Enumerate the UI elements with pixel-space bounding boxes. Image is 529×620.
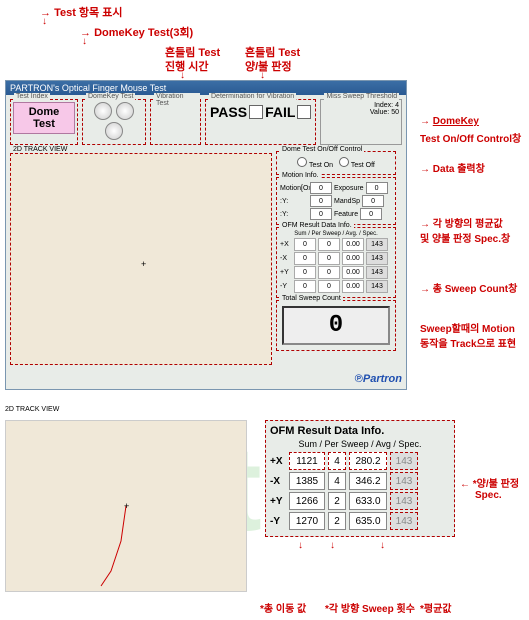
domekey-btn-2[interactable] xyxy=(116,102,134,120)
ofm-row-mx: -X 0 0 0.00 143 xyxy=(280,252,392,265)
motion-feature[interactable]: 0 xyxy=(360,208,382,220)
ofm-result-2: OFM Result Data Info. Sum / Per Sweep / … xyxy=(265,420,455,537)
ofm2-row-py: +Y 1266 2 633.0 143 xyxy=(270,492,450,510)
callout2-per: *각 방향 Sweep 횟수 xyxy=(325,600,415,615)
callout2-sum: *총 이동 값 xyxy=(260,600,320,615)
pass-label: PASS xyxy=(210,104,247,120)
group-domekey-test: DomeKey Test xyxy=(82,99,146,145)
ofm-row-my: -Y 0 0 0.00 143 xyxy=(280,280,392,293)
group-vibration-test: Vibration Test xyxy=(150,99,201,145)
dome-test-button[interactable]: Dome Test xyxy=(13,102,75,134)
pass-checkbox[interactable] xyxy=(249,105,263,119)
callout2-spec2: Spec. xyxy=(475,490,502,501)
test-on-radio[interactable] xyxy=(297,157,307,167)
group-miss-sweep: Miss Sweep Threshold Index: 4 Value: 50 xyxy=(320,99,402,145)
callout-spec: 및 양불 판정 Spec.창 xyxy=(420,230,510,245)
label-vib-time: 진행 시간 xyxy=(165,58,209,74)
track2-label: 2D TRACK VIEW xyxy=(5,406,59,413)
ofm-row-px: +X 0 0 0.00 143 xyxy=(280,238,392,251)
track-view: 2D TRACK VIEW + xyxy=(10,153,272,365)
ofm-header: Sum / Per Sweep / Avg. / Spec. xyxy=(280,231,392,237)
partron-logo: ℗Partron xyxy=(6,369,406,389)
motion-y[interactable]: 0 xyxy=(310,195,332,207)
callout-domekey: → DomeKey xyxy=(420,116,479,127)
callout2-spec: ← *양/불 판정 xyxy=(460,475,519,490)
ofm2-title: OFM Result Data Info. xyxy=(270,425,450,437)
motion-info-group: Motion Info. Motion[Ox 0 Exposure 0 :Y: … xyxy=(276,177,396,225)
ofm2-row-my: -Y 1270 2 635.0 143 xyxy=(270,512,450,530)
callout-avg: → 각 방향의 평균값 xyxy=(420,215,503,230)
motion-exposure[interactable]: 0 xyxy=(366,182,388,194)
app-window: PARTRON's Optical Finger Mouse Test Test… xyxy=(5,80,407,390)
track-view-2: + xyxy=(5,420,247,592)
total-sweep-group: Total Sweep Count 0 xyxy=(276,300,396,351)
callout2-avg: *평균값 xyxy=(420,600,470,615)
ofm-row-py: +Y 0 0 0.00 143 xyxy=(280,266,392,279)
domekey-btn-1[interactable] xyxy=(94,102,112,120)
ofm2-row-px: +X 1121 4 280.2 143 xyxy=(270,452,450,470)
ofm2-row-mx: -X 1385 4 346.2 143 xyxy=(270,472,450,490)
top-panel: Test Index Dome Test DomeKey Test Vibrat… xyxy=(6,95,406,149)
domekey-btn-3[interactable] xyxy=(105,122,123,140)
fail-checkbox[interactable] xyxy=(297,105,311,119)
group-determination: Determination for Vibration PASS FAIL xyxy=(205,99,316,145)
ofm2-header: Sum / Per Sweep / Avg / Spec. xyxy=(270,439,450,449)
callout-onoff: Test On/Off Control창 xyxy=(420,130,521,145)
sweep-count-display: 0 xyxy=(282,306,390,345)
label-test-index: → Test 항목 표시 xyxy=(40,4,122,20)
label-pass-fail: 양/불 판정 xyxy=(245,58,292,74)
label-domekey: → DomeKey Test(3회) xyxy=(80,24,193,40)
ofm-result-group: OFM Result Data Info. Sum / Per Sweep / … xyxy=(276,227,396,298)
motion-mandsp[interactable]: 0 xyxy=(362,195,384,207)
callout-motion: Sweep할때의 Motion xyxy=(420,320,515,335)
motion-mx[interactable]: 0 xyxy=(310,182,332,194)
callout-data-out: → Data 출력창 xyxy=(420,160,485,175)
callout-track: 동작을 Track으로 표현 xyxy=(420,335,516,350)
top-annotation-area: → Test 항목 표시 → DomeKey Test(3회) 흔들림 Test… xyxy=(0,0,529,80)
track-view-label: 2D TRACK VIEW xyxy=(13,146,67,153)
fail-label: FAIL xyxy=(265,104,295,120)
callout-sweep: → 총 Sweep Count창 xyxy=(420,280,517,295)
test-off-radio[interactable] xyxy=(339,157,349,167)
motion-y2[interactable]: 0 xyxy=(310,208,332,220)
group-test-index: Test Index Dome Test xyxy=(10,99,78,145)
